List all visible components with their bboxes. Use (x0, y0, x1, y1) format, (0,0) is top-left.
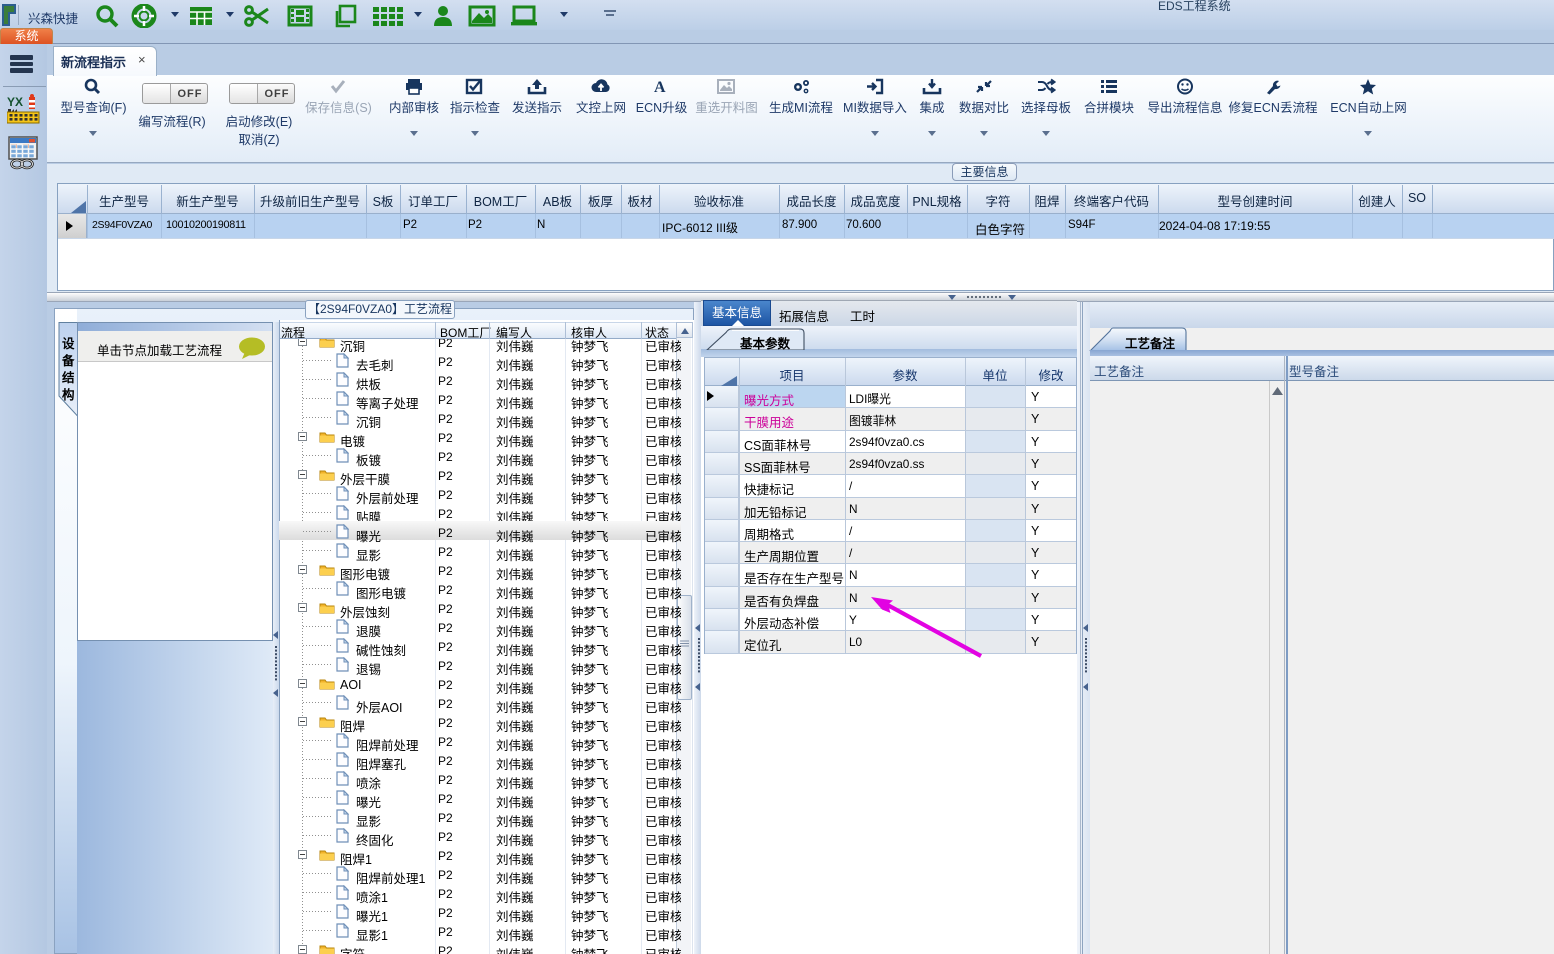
svg-text:A: A (654, 79, 666, 95)
svg-text:YX: YX (7, 95, 23, 109)
